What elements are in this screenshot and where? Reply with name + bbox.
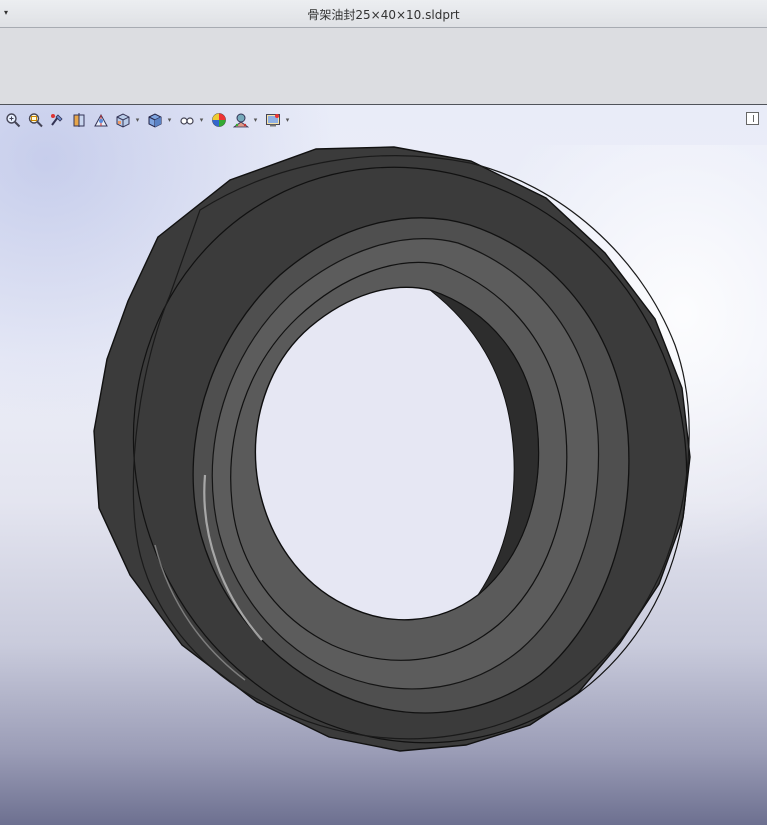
view-orientation-icon[interactable] [114, 111, 132, 129]
hide-show-items-icon[interactable] [178, 111, 196, 129]
heads-up-view-toolbar: ▾ ▾ ▾ ▾ ▾ [4, 110, 296, 130]
previous-view-icon[interactable] [48, 111, 66, 129]
apply-scene-icon[interactable] [232, 111, 250, 129]
display-style-dropdown-icon[interactable]: ▾ [166, 111, 173, 129]
edit-appearance-icon[interactable] [210, 111, 228, 129]
command-manager-ribbon [0, 28, 767, 105]
view-settings-dropdown-icon[interactable]: ▾ [284, 111, 291, 129]
window-title: 骨架油封25×40×10.sldprt [307, 8, 460, 22]
view-orientation-dropdown-icon[interactable]: ▾ [134, 111, 141, 129]
hide-show-dropdown-icon[interactable]: ▾ [198, 111, 205, 129]
graphics-area[interactable]: ▾ ▾ ▾ ▾ ▾ [0, 105, 767, 825]
oil-seal-part-model[interactable] [0, 105, 767, 825]
display-style-icon[interactable] [146, 111, 164, 129]
zoom-to-fit-icon[interactable] [4, 111, 22, 129]
zoom-to-area-icon[interactable] [26, 111, 44, 129]
view-settings-icon[interactable] [264, 111, 282, 129]
apply-scene-dropdown-icon[interactable]: ▾ [252, 111, 259, 129]
panel-toggle-icon[interactable] [746, 112, 759, 125]
dynamic-annotation-views-icon[interactable] [92, 111, 110, 129]
section-view-icon[interactable] [70, 111, 88, 129]
title-bar: ▾ 骨架油封25×40×10.sldprt [0, 0, 767, 28]
